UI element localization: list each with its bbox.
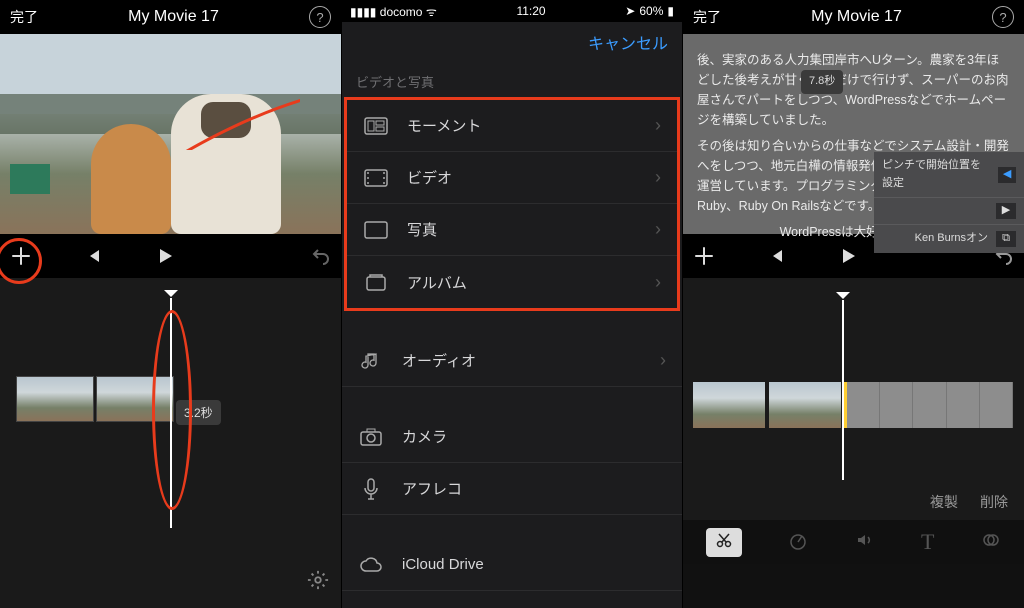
menu-label: カメラ [402,426,447,447]
menu-label: アフレコ [402,478,462,499]
timeline-clip[interactable] [769,382,841,428]
camera-icon [358,427,384,447]
menu-label: 写真 [407,219,437,240]
menu-item-audio[interactable]: オーディオ › [342,335,682,387]
clip-strip[interactable]: ▶◀ [693,382,867,428]
battery-label: 60% [639,4,663,18]
audio-icon [358,351,384,371]
menu-item-icloud[interactable]: iCloud Drive [342,539,682,591]
screen-editor-right: 完了 My Movie 17 ? 7.8秒 後、実家のある人力集団岸市へUターン… [683,0,1024,608]
project-title: My Movie 17 [721,8,992,26]
tool-volume[interactable] [855,530,875,555]
clock: 11:20 [516,4,545,18]
location-icon: ➤ [625,4,635,18]
timeline-clip[interactable] [693,382,765,428]
menu-item-photo[interactable]: 写真 › [347,204,677,256]
photo-icon [363,220,389,240]
settings-button[interactable] [307,569,329,596]
wifi-icon: ᯤ [426,5,437,19]
help-button[interactable]: ? [992,6,1014,28]
skip-start-button[interactable] [80,243,106,269]
tool-text[interactable]: T [921,529,934,555]
kenburns-label: Ken Burnsオン [915,230,988,248]
tool-speed[interactable] [788,530,808,555]
clip-duration-pill: 3.2秒 [176,400,221,425]
microphone-icon [358,479,384,499]
clip-actions: 複製 削除 [683,484,1024,520]
preview-tent [10,164,50,194]
clip-strip[interactable] [16,376,174,422]
overlay-paragraph: 後、実家のある人力集団岸市へUターン。農家を3年ほどした後考えが甘く収入だけで行… [697,50,1010,130]
carrier-label: docomo [380,5,423,19]
menu-label: アルバム [407,272,467,293]
tool-cut[interactable] [706,528,742,557]
edit-toolbar: T [683,520,1024,564]
menu-label: モーメント [407,115,481,136]
kenburns-toggle-icon[interactable]: ⧉ [996,231,1016,247]
battery-icon: ▮ [667,4,674,18]
menu-label: ビデオ [407,167,452,188]
end-frame-icon[interactable]: ▶ [996,203,1016,219]
screen-editor-left: 完了 My Movie 17 ? 3.2秒 [0,0,341,608]
cancel-button[interactable]: キャンセル [588,30,668,54]
video-icon [363,168,389,188]
menu-item-moments[interactable]: モーメント › [347,100,677,152]
clip-duration-pill: 7.8秒 [801,70,843,94]
playhead[interactable] [170,298,172,528]
header: 完了 My Movie 17 ? [0,0,341,34]
preview-alpaca-white [171,94,281,234]
menu-item-video[interactable]: ビデオ › [347,152,677,204]
skip-start-button[interactable] [763,243,789,269]
add-media-button[interactable] [691,243,717,269]
header: 完了 My Movie 17 ? [683,0,1024,34]
media-menu-group: モーメント › ビデオ › 写真 › アルバム › [344,97,680,311]
project-title: My Movie 17 [38,8,309,26]
done-button[interactable]: 完了 [10,7,38,27]
preview-canvas[interactable] [0,34,341,234]
chevron-right-icon: › [660,350,666,371]
duplicate-button[interactable]: 複製 [930,492,958,512]
pinch-start-label: ピンチで開始位置を設定 [882,157,990,192]
menu-item-voiceover[interactable]: アフレコ [342,463,682,515]
picker-header: キャンセル [342,22,682,62]
tool-filter[interactable] [981,530,1001,555]
moments-icon [363,116,389,136]
delete-button[interactable]: 削除 [980,492,1008,512]
kenburns-toggle-row[interactable]: Ken Burnsオン ⧉ [874,225,1024,253]
timeline[interactable]: 3.2秒 [0,278,341,608]
screen-media-picker: ▮▮▮▮ docomo ᯤ 11:20 ➤ 60% ▮ キャンセル ビデオと写真 モ… [341,0,683,608]
cloud-icon [358,555,384,575]
album-icon [363,272,389,292]
play-button[interactable] [835,243,861,269]
chevron-right-icon: › [655,167,661,188]
playhead[interactable] [842,300,844,480]
menu-label: iCloud Drive [402,556,484,573]
help-button[interactable]: ? [309,6,331,28]
signal-icon: ▮▮▮▮ [350,5,376,19]
menu-label: オーディオ [402,350,476,371]
kenburns-controls: ピンチで開始位置を設定 ◀ ▶ Ken Burnsオン ⧉ [874,152,1024,253]
chevron-right-icon: › [655,272,661,293]
undo-button[interactable] [307,243,333,269]
start-frame-icon[interactable]: ◀ [998,167,1016,183]
timeline[interactable]: ▶◀ 複製 削除 T [683,278,1024,564]
pinch-start-row[interactable]: ピンチで開始位置を設定 ◀ [874,152,1024,198]
menu-item-camera[interactable]: カメラ [342,411,682,463]
transport-toolbar [0,234,341,278]
chevron-right-icon: › [655,219,661,240]
chevron-right-icon: › [655,115,661,136]
timeline-clip[interactable] [96,376,174,422]
add-media-button[interactable] [8,243,34,269]
pinch-end-row[interactable]: ▶ [874,198,1024,225]
timeline-text-clip[interactable] [843,382,1013,428]
section-header-media: ビデオと写真 [342,62,682,97]
done-button[interactable]: 完了 [693,7,721,27]
status-bar: ▮▮▮▮ docomo ᯤ 11:20 ➤ 60% ▮ [342,0,682,22]
menu-item-album[interactable]: アルバム › [347,256,677,308]
play-button[interactable] [152,243,178,269]
preview-alpaca-orange [91,124,171,234]
preview-text-overlay[interactable]: 7.8秒 後、実家のある人力集団岸市へUターン。農家を3年ほどした後考えが甘く収… [683,34,1024,234]
timeline-clip[interactable] [16,376,94,422]
